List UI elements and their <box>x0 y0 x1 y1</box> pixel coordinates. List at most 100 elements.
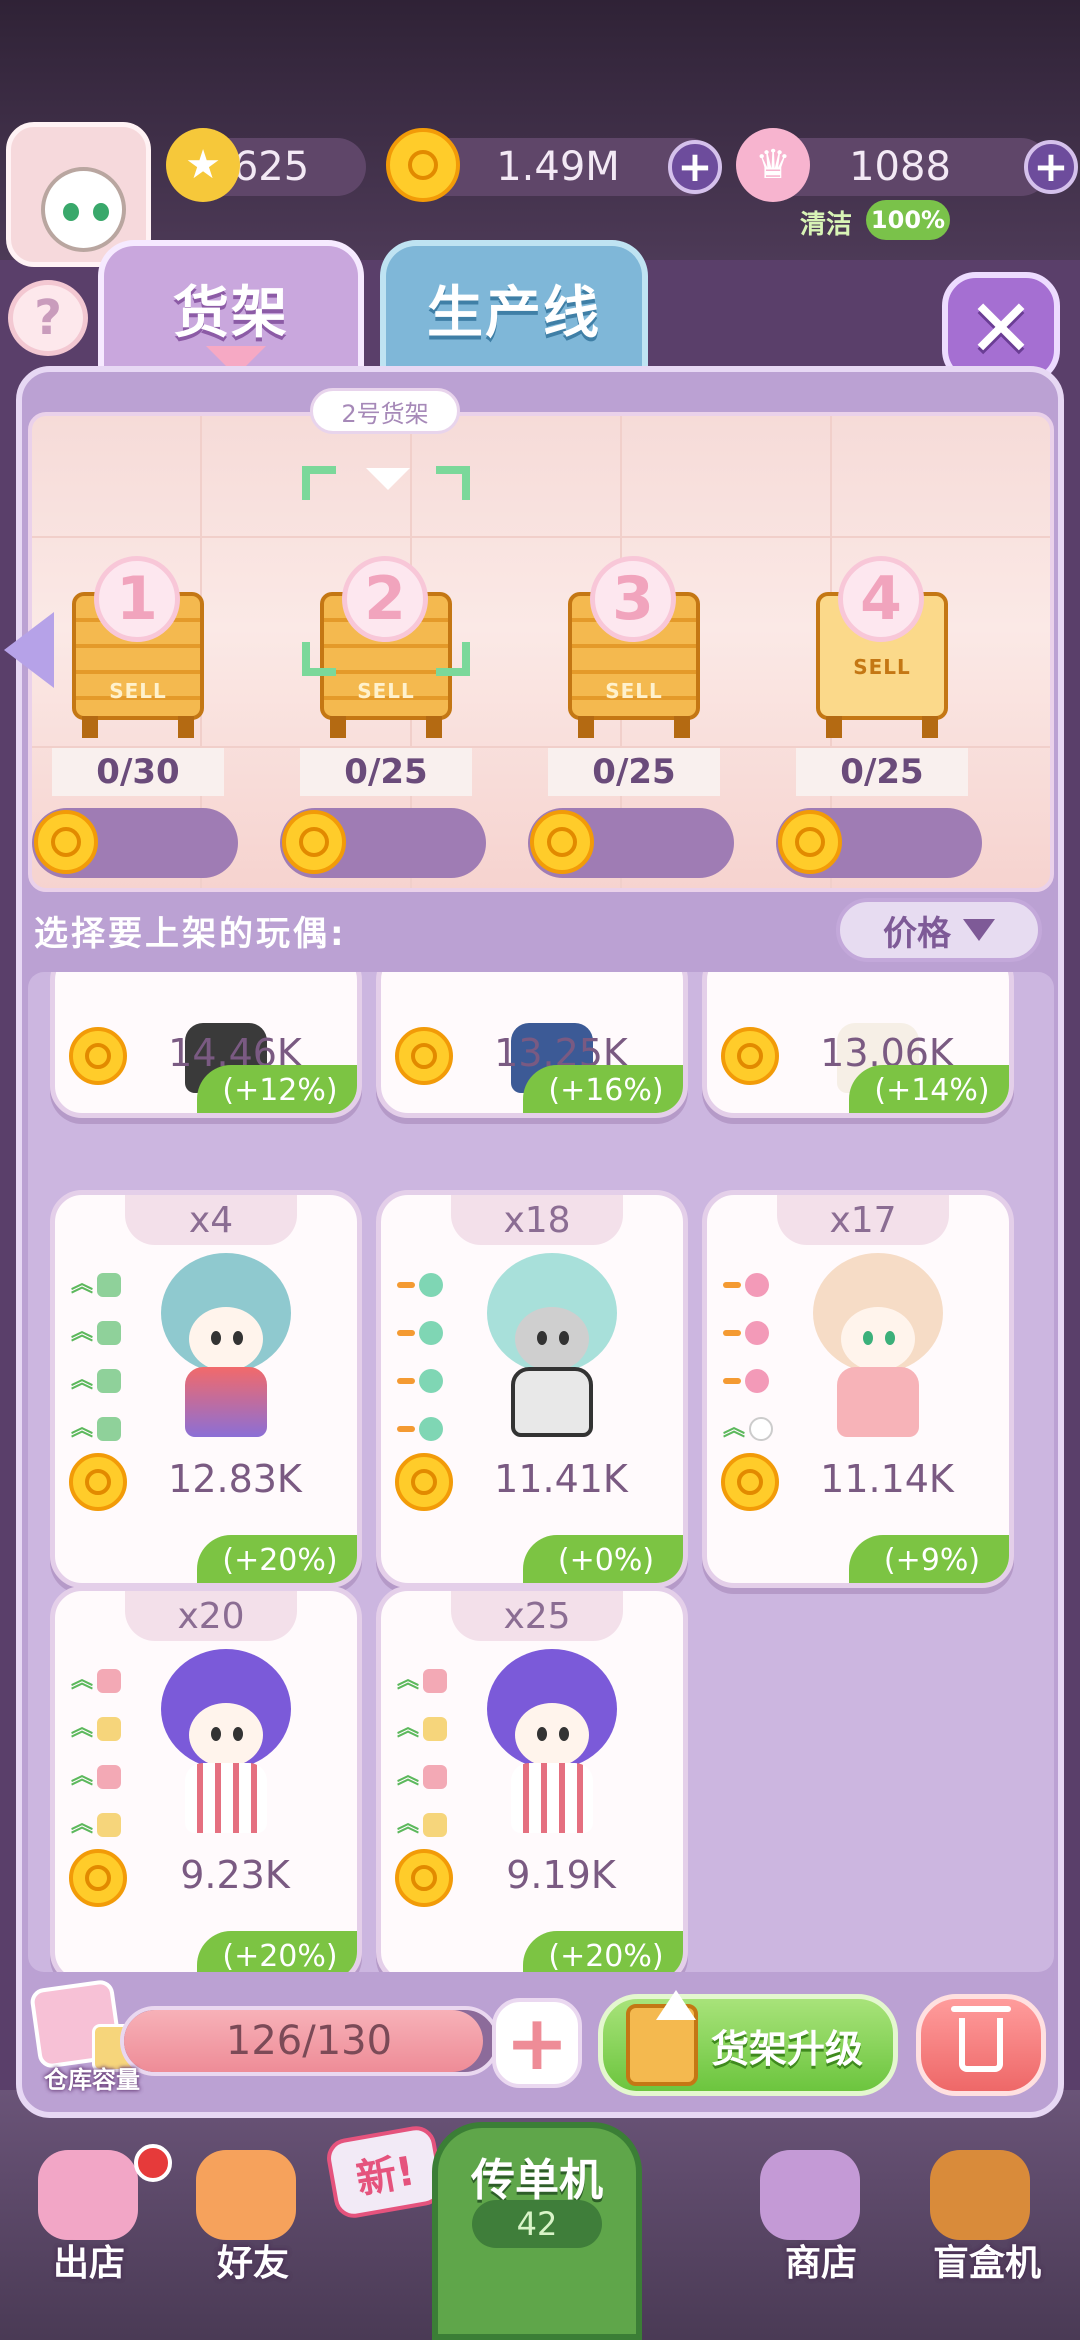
coin-icon <box>395 1027 453 1085</box>
doll-price: 9.19K <box>506 1853 616 1897</box>
select-doll-label: 选择要上架的玩偶: <box>34 914 347 954</box>
avatar-face <box>41 167 126 252</box>
sort-by-price-button[interactable]: 价格 <box>836 898 1042 962</box>
doll-stats: ︽ <box>723 1261 783 1453</box>
coin-icon <box>69 1849 127 1907</box>
upgrade-shelf-label: 货架升级 <box>710 2026 863 2071</box>
doll-card[interactable]: 13.06K (+14%) <box>702 972 1014 1118</box>
coin-icon <box>395 1453 453 1511</box>
shelf-number: 4 <box>838 556 924 642</box>
help-button[interactable]: ? <box>8 280 88 356</box>
doll-bonus: (+20%) <box>523 1931 683 1972</box>
clean-label: 清洁 <box>800 210 853 240</box>
doll-stats: ︽ ︽ ︽ ︽ <box>71 1261 131 1453</box>
doll-quantity: x25 <box>451 1591 623 1641</box>
selection-arrow-icon <box>366 468 410 490</box>
doll-quantity: x18 <box>451 1195 623 1245</box>
doll-quantity: x4 <box>125 1195 297 1245</box>
shelf-number: 2 <box>342 556 428 642</box>
nav-blind-box[interactable]: 盲盒机 <box>912 2234 1062 2286</box>
doll-bonus: (+12%) <box>197 1065 357 1113</box>
friends-icon <box>196 2150 296 2240</box>
coin-icon <box>530 810 594 874</box>
doll-figure <box>477 1643 627 1839</box>
nav-shop[interactable]: 商店 <box>746 2234 896 2286</box>
doll-stats: ︽ ︽ ︽ ︽ <box>397 1657 457 1849</box>
trash-icon <box>951 2006 1011 2072</box>
selection-bracket <box>436 642 470 676</box>
shelf-number: 1 <box>94 556 180 642</box>
add-crowns-button[interactable]: + <box>1024 140 1078 194</box>
doll-card[interactable]: 14.46K (+12%) <box>50 972 362 1118</box>
selection-bracket <box>436 466 470 500</box>
doll-card[interactable]: x4 ︽ ︽ ︽ ︽ 12.83K (+20%) <box>50 1190 362 1588</box>
star-icon: ★ <box>166 128 240 202</box>
doll-price: 11.14K <box>820 1457 954 1501</box>
doll-card[interactable]: x18 11.41K (+0%) <box>376 1190 688 1588</box>
doll-stats: ︽ ︽ ︽ ︽ <box>71 1657 131 1849</box>
coin-icon <box>69 1027 127 1085</box>
sort-down-arrow-icon <box>963 919 995 941</box>
flyer-machine-label: 传单机 <box>471 2155 603 2206</box>
crown-icon: ♛ <box>736 128 810 202</box>
expand-warehouse-button[interactable]: + <box>492 1998 582 2088</box>
coin-icon <box>69 1453 127 1511</box>
shelf-sell-label: SELL <box>109 679 167 703</box>
nav-friends[interactable]: 好友 <box>178 2234 328 2286</box>
trash-button[interactable] <box>916 1994 1046 2096</box>
selection-bracket <box>302 466 336 500</box>
selected-shelf-label: 2号货架 <box>310 388 460 434</box>
previous-page-arrow-icon[interactable] <box>4 612 54 688</box>
shop-icon <box>760 2150 860 2240</box>
shelf-sell-label: SELL <box>357 679 415 703</box>
shelf-number: 3 <box>590 556 676 642</box>
doll-figure <box>151 1643 301 1839</box>
doll-figure <box>151 1247 301 1443</box>
doll-price: 12.83K <box>168 1457 302 1501</box>
doll-card[interactable]: 13.25K (+16%) <box>376 972 688 1118</box>
doll-figure <box>803 1247 953 1443</box>
coin-icon <box>721 1453 779 1511</box>
flyer-count: 42 <box>472 2200 602 2248</box>
shelf-sell-label: SELL <box>853 655 911 679</box>
warehouse-capacity-text: 126/130 <box>225 2018 393 2064</box>
shelf-sell-label: SELL <box>605 679 663 703</box>
shelf-count: 0/25 <box>300 748 472 796</box>
doll-price: 11.41K <box>494 1457 628 1501</box>
doll-quantity: x20 <box>125 1591 297 1641</box>
add-coins-button[interactable]: + <box>668 140 722 194</box>
notification-dot <box>134 2144 172 2182</box>
sort-label: 价格 <box>883 913 951 954</box>
doll-stats <box>397 1261 457 1453</box>
coin-icon <box>778 810 842 874</box>
doll-quantity: x17 <box>777 1195 949 1245</box>
doll-bonus: (+16%) <box>523 1065 683 1113</box>
clean-value: 100% <box>866 200 950 240</box>
doll-card[interactable]: x17 ︽ 11.14K (+9%) <box>702 1190 1014 1588</box>
doll-grid[interactable]: 14.46K (+12%) 13.25K (+16%) 13.06K (+14%… <box>28 972 1054 1972</box>
shelf-count: 0/25 <box>796 748 968 796</box>
coin-icon <box>34 810 98 874</box>
blind-box-icon <box>930 2150 1030 2240</box>
shelf-count: 0/30 <box>52 748 224 796</box>
doll-bonus: (+20%) <box>197 1535 357 1583</box>
tab-production-line[interactable]: 生产线 <box>380 240 648 370</box>
avatar-eye <box>63 203 79 221</box>
doll-bonus: (+14%) <box>849 1065 1009 1113</box>
doll-bonus: (+9%) <box>849 1535 1009 1583</box>
doll-card[interactable]: x25 ︽ ︽ ︽ ︽ 9.19K (+20%) <box>376 1586 688 1972</box>
doll-price: 9.23K <box>180 1853 290 1897</box>
warehouse-label: 仓库容量 <box>44 2066 140 2094</box>
nav-out-store[interactable]: 出店 <box>14 2234 164 2286</box>
coin-icon <box>386 128 460 202</box>
upgrade-arrow-icon <box>656 1990 696 2020</box>
avatar-eye <box>93 203 109 221</box>
coin-icon <box>721 1027 779 1085</box>
doll-figure <box>477 1247 627 1443</box>
coin-icon <box>395 1849 453 1907</box>
doll-card[interactable]: x20 ︽ ︽ ︽ ︽ 9.23K (+20%) <box>50 1586 362 1972</box>
doll-bonus: (+0%) <box>523 1535 683 1583</box>
shelf-count: 0/25 <box>548 748 720 796</box>
coin-icon <box>282 810 346 874</box>
selection-bracket <box>302 642 336 676</box>
